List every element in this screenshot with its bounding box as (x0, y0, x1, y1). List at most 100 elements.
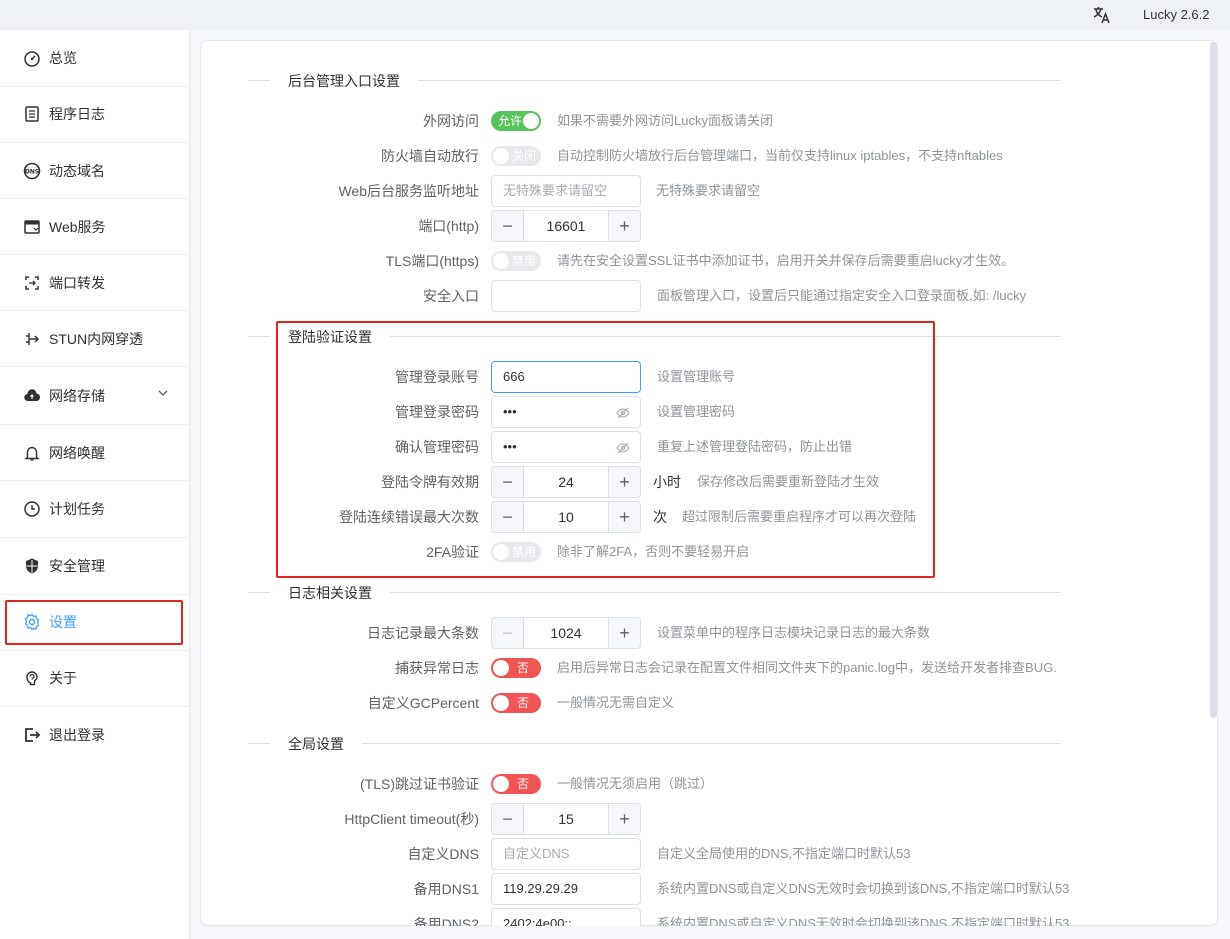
field-hint: 一般情况无需自定义 (557, 695, 675, 710)
gc-percent-switch[interactable]: 否 (491, 693, 541, 713)
clipped-row-wrapper: 备用DNS2 2402:4e00:: 系统内置DNS或自定义DNS无效时会切换到… (200, 908, 1218, 926)
sidebar-item-stun[interactable]: STUN内网穿透 (0, 311, 189, 367)
decrement-button[interactable]: − (492, 211, 524, 241)
sidebar-item-web[interactable]: Web服务 (0, 199, 189, 255)
field-hint: 自动控制防火墙放行后台管理端口，当前仅支持linux iptables，不支持n… (557, 148, 1003, 163)
sidebar-item-security[interactable]: 安全管理 (0, 538, 189, 594)
row-custom-dns: 自定义DNS 自定义DNS 自定义全局使用的DNS,不指定端口时默认53 (200, 838, 1200, 870)
sidebar-item-port-forward[interactable]: 端口转发 (0, 255, 189, 311)
field-hint: 面板管理入口，设置后只能通过指定安全入口登录面板,如: /lucky (657, 288, 1027, 303)
backup-dns1-input[interactable]: 119.29.29.29 (491, 873, 641, 905)
scrollbar[interactable] (1210, 42, 1217, 718)
skip-tls-switch[interactable]: 否 (491, 774, 541, 794)
field-label: TLS端口(https) (385, 253, 479, 269)
backup-dns2-input[interactable]: 2402:4e00:: (491, 908, 641, 926)
field-label: 安全入口 (423, 288, 479, 304)
sidebar-item-logs[interactable]: 程序日志 (0, 86, 189, 142)
port-forward-icon (22, 273, 42, 293)
field-hint: 自定义全局使用的DNS,不指定端口时默认53 (657, 846, 911, 861)
decrement-button[interactable]: − (492, 804, 524, 834)
field-label: 捕获异常日志 (395, 660, 479, 676)
sidebar-item-label: 端口转发 (49, 275, 105, 291)
top-bar: Lucky 2.6.2 (0, 0, 1230, 30)
custom-dns-input[interactable]: 自定义DNS (491, 838, 641, 870)
dns-icon: DNS (22, 161, 42, 181)
max-logs-stepper: − 1024 + (491, 617, 641, 649)
section-divider-global: 全局设置 (248, 734, 1061, 754)
row-tls-port: TLS端口(https) 禁用 请先在安全设置SSL证书中添加证书，启用开关并保… (200, 245, 1200, 277)
sidebar-item-ddns[interactable]: DNS 动态域名 (0, 143, 189, 199)
firewall-switch[interactable]: 关闭 (491, 146, 541, 166)
translate-icon[interactable] (1092, 5, 1112, 25)
field-label: 防火墙自动放行 (381, 148, 479, 164)
field-hint: 启用后异常日志会记录在配置文件相同文件夹下的panic.log中，发送给开发者排… (557, 660, 1057, 675)
row-skip-tls: (TLS)跳过证书验证 否 一般情况无须启用（跳过） (200, 768, 1200, 800)
row-safe-entry: 安全入口 面板管理入口，设置后只能通过指定安全入口登录面板,如: /lucky (200, 280, 1200, 312)
app-version: Lucky 2.6.2 (1143, 7, 1210, 22)
sidebar-item-overview[interactable]: 总览 (0, 30, 189, 86)
field-label: 自定义GCPercent (367, 695, 479, 711)
section-title: 全局设置 (270, 734, 362, 754)
decrement-button[interactable]: − (492, 618, 524, 648)
logout-icon (22, 725, 42, 745)
increment-button[interactable]: + (608, 211, 640, 241)
field-label: Web后台服务监听地址 (338, 183, 479, 199)
row-panic-log: 捕获异常日志 否 启用后异常日志会记录在配置文件相同文件夹下的panic.log… (200, 652, 1200, 684)
settings-highlight-box (5, 600, 183, 645)
stun-icon (22, 329, 42, 349)
field-hint: 如果不需要外网访问Lucky面板请关闭 (557, 113, 773, 128)
sidebar-item-label: 总览 (49, 50, 77, 66)
field-hint: 设置菜单中的程序日志模块记录日志的最大条数 (657, 625, 931, 640)
wan-access-switch[interactable]: 允许 (491, 111, 541, 131)
svg-text:DNS: DNS (25, 169, 39, 176)
web-icon (22, 217, 42, 237)
shield-icon (22, 556, 42, 576)
section-divider-log: 日志相关设置 (248, 583, 1061, 603)
sidebar-item-logout[interactable]: 退出登录 (0, 707, 189, 763)
section-title: 后台管理入口设置 (270, 71, 418, 91)
field-hint: 系统内置DNS或自定义DNS无效时会切换到该DNS,不指定端口时默认53 (657, 916, 1070, 926)
bell-icon (22, 443, 42, 463)
sidebar-item-label: 网络唤醒 (49, 445, 105, 461)
sidebar-item-label: 计划任务 (49, 501, 105, 517)
field-label: 备用DNS2 (413, 916, 479, 926)
row-listen-addr: Web后台服务监听地址 无特殊要求请留空 无特殊要求请留空 (200, 175, 1200, 207)
panic-log-switch[interactable]: 否 (491, 658, 541, 678)
row-http-port: 端口(http) − 16601 + (200, 210, 1200, 242)
field-label: 自定义DNS (407, 846, 479, 862)
sidebar-item-label: Web服务 (49, 219, 106, 235)
field-label: 外网访问 (423, 113, 479, 129)
stepper-value[interactable]: 15 (524, 804, 608, 834)
field-label: 备用DNS1 (413, 881, 479, 897)
sidebar-item-label: 程序日志 (49, 106, 105, 122)
field-hint: 请先在安全设置SSL证书中添加证书，启用开关并保存后需要重启lucky才生效。 (557, 253, 1015, 268)
safe-entry-input[interactable] (491, 280, 641, 312)
increment-button[interactable]: + (608, 804, 640, 834)
field-label: 日志记录最大条数 (367, 625, 479, 641)
chevron-down-icon[interactable] (157, 387, 169, 399)
row-http-timeout: HttpClient timeout(秒) − 15 + (200, 803, 1200, 835)
stepper-value[interactable]: 1024 (524, 618, 608, 648)
increment-button[interactable]: + (608, 618, 640, 648)
sidebar-item-label: 退出登录 (49, 727, 105, 743)
sidebar-item-wol[interactable]: 网络唤醒 (0, 425, 189, 481)
row-backup-dns2: 备用DNS2 2402:4e00:: 系统内置DNS或自定义DNS无效时会切换到… (200, 908, 1200, 926)
sidebar-item-schedule[interactable]: 计划任务 (0, 481, 189, 537)
sidebar-item-label: STUN内网穿透 (49, 331, 144, 347)
listen-addr-input[interactable]: 无特殊要求请留空 (491, 175, 641, 207)
sidebar-item-label: 安全管理 (49, 558, 105, 574)
sidebar-item-storage[interactable]: 网络存储 (0, 368, 189, 424)
stepper-value[interactable]: 16601 (524, 211, 608, 241)
login-settings-highlight-box (276, 321, 935, 578)
row-backup-dns1: 备用DNS1 119.29.29.29 系统内置DNS或自定义DNS无效时会切换… (200, 873, 1200, 905)
cloud-storage-icon (22, 386, 42, 406)
clock-icon (22, 499, 42, 519)
sidebar: 总览 程序日志 DNS 动态域名 Web服务 端口转发 STUN内网穿透 网络存… (0, 30, 190, 939)
sidebar-item-about[interactable]: 关于 (0, 650, 189, 706)
field-hint: 无特殊要求请留空 (656, 183, 761, 198)
tls-port-switch[interactable]: 禁用 (491, 251, 541, 271)
sidebar-item-label: 动态域名 (49, 163, 105, 179)
row-max-logs: 日志记录最大条数 − 1024 + 设置菜单中的程序日志模块记录日志的最大条数 (200, 617, 1200, 649)
field-hint: 一般情况无须启用（跳过） (557, 776, 714, 791)
row-firewall: 防火墙自动放行 关闭 自动控制防火墙放行后台管理端口，当前仅支持linux ip… (200, 140, 1200, 172)
